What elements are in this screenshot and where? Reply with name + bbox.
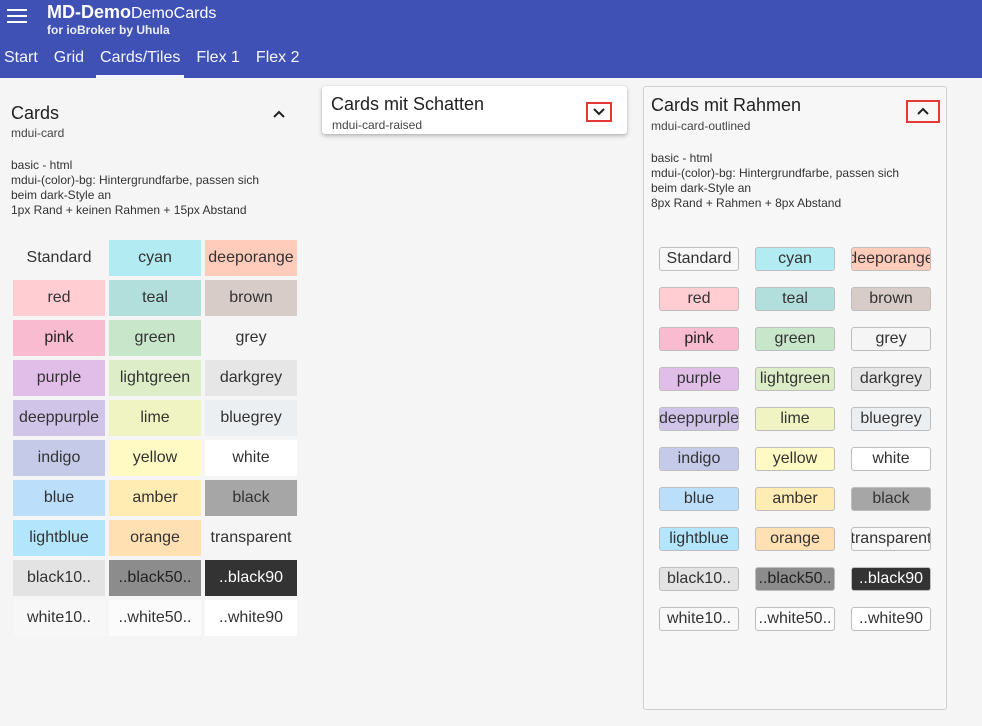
color-tile: yellow [109, 440, 201, 476]
color-tile: black [851, 487, 931, 511]
color-tile: white [851, 447, 931, 471]
color-tile: white [205, 440, 297, 476]
card-title: Cards mit Rahmen [651, 95, 802, 115]
color-tile: lightblue [659, 527, 739, 551]
collapse-toggle-button[interactable] [906, 100, 940, 123]
color-tile: Standard [659, 247, 739, 271]
color-tile: deeppurple [659, 407, 739, 431]
color-tile: darkgrey [205, 360, 297, 396]
color-tile: teal [109, 280, 201, 316]
color-tile: cyan [109, 240, 201, 276]
card-class-label: mdui-card [11, 126, 65, 140]
app-title: MD-DemoDemoCards [47, 2, 216, 23]
app-subtitle: for ioBroker by Uhula [47, 23, 170, 37]
color-tile: teal [755, 287, 835, 311]
collapse-toggle-button[interactable] [266, 105, 292, 125]
color-tile: brown [205, 280, 297, 316]
color-tile: lightblue [13, 520, 105, 556]
color-tile: transparent [851, 527, 931, 551]
description-line: mdui-(color)-bg: Hintergrundfarbe, passe… [11, 173, 260, 187]
color-tile: purple [659, 367, 739, 391]
tab-flex-1[interactable]: Flex 1 [192, 44, 244, 78]
description-line: 1px Rand + keinen Rahmen + 15px Abstand [11, 203, 247, 217]
color-tile: orange [109, 520, 201, 556]
color-tile: orange [755, 527, 835, 551]
color-tile: deeppurple [13, 400, 105, 436]
description-line: beim dark-Style an [11, 188, 112, 202]
color-tile: lime [109, 400, 201, 436]
color-tile: ..black50.. [109, 560, 201, 596]
card-class-label: mdui-card-raised [332, 118, 423, 132]
color-tile: lightgreen [755, 367, 835, 391]
color-tile: ..white90 [851, 607, 931, 631]
color-tile: blue [13, 480, 105, 516]
color-tile: ..white50.. [755, 607, 835, 631]
color-tile: lightgreen [109, 360, 201, 396]
color-tile: cyan [755, 247, 835, 271]
description-line: basic - html [11, 158, 73, 172]
expand-toggle-button[interactable] [586, 102, 612, 122]
color-tile: ..white50.. [109, 600, 201, 636]
card-title: Cards mit Schatten [331, 94, 485, 114]
color-tile: yellow [755, 447, 835, 471]
card-raised: Cards mit Schatten mdui-card-raised [322, 86, 627, 134]
hamburger-menu-icon[interactable] [7, 9, 27, 25]
color-tile-grid: Standard cyan deeporange red teal brown pink gr… [13, 240, 297, 636]
chevron-up-icon [917, 107, 929, 115]
app-title-sub: DemoCards [131, 5, 217, 22]
color-tile-grid: Standard cyan deeporange red teal brown pink gr… [659, 247, 931, 631]
card-title: Cards [11, 103, 60, 123]
tab-cards-tiles[interactable]: Cards/Tiles [96, 44, 185, 78]
color-tile: pink [659, 327, 739, 351]
color-tile: deeporange [851, 247, 931, 271]
tab-flex-2[interactable]: Flex 2 [252, 44, 304, 78]
description-line: basic - html [651, 151, 713, 165]
description-line: beim dark-Style an [651, 181, 752, 195]
color-tile: red [659, 287, 739, 311]
tab-bar: Start Grid Cards/Tiles Flex 1 Flex 2 [0, 44, 308, 78]
card-description: basic - html mdui-(color)-bg: Hintergrun… [11, 158, 259, 218]
color-tile: pink [13, 320, 105, 356]
color-tile: ..black90 [851, 567, 931, 591]
app-title-main: MD-Demo [47, 2, 131, 22]
color-tile: green [755, 327, 835, 351]
card-description: basic - html mdui-(color)-bg: Hintergrun… [651, 151, 899, 211]
color-tile: transparent [210, 529, 292, 546]
color-tile: red [13, 280, 105, 316]
color-tile: indigo [13, 440, 105, 476]
color-tile: black10.. [659, 567, 739, 591]
card-outlined: Cards mit Rahmen mdui-card-outlined basi… [643, 86, 947, 710]
color-tile: bluegrey [205, 400, 297, 436]
color-tile: amber [755, 487, 835, 511]
card-basic: Cards mdui-card basic - html mdui-(color… [0, 86, 310, 646]
chevron-up-icon [273, 110, 285, 118]
color-tile: green [109, 320, 201, 356]
description-line: mdui-(color)-bg: Hintergrundfarbe, passe… [651, 166, 900, 180]
app-bar: MD-DemoDemoCards for ioBroker by Uhula S… [0, 0, 982, 78]
color-tile: bluegrey [851, 407, 931, 431]
color-tile: blue [659, 487, 739, 511]
color-tile: amber [109, 480, 201, 516]
card-class-label: mdui-card-outlined [651, 119, 751, 133]
chevron-down-icon [593, 108, 605, 116]
color-tile: ..black50.. [755, 567, 835, 591]
color-tile: darkgrey [851, 367, 931, 391]
tab-start[interactable]: Start [0, 44, 42, 78]
color-tile: black [205, 480, 297, 516]
tab-grid[interactable]: Grid [50, 44, 88, 78]
color-tile: grey [205, 320, 297, 356]
color-tile: lime [755, 407, 835, 431]
color-tile: Standard [26, 249, 92, 266]
color-tile: deeporange [205, 240, 297, 276]
color-tile: white10.. [13, 600, 105, 636]
color-tile: ..white90 [205, 600, 297, 636]
color-tile: grey [851, 327, 931, 351]
color-tile: indigo [659, 447, 739, 471]
color-tile: black10.. [13, 560, 105, 596]
color-tile: purple [13, 360, 105, 396]
color-tile: brown [851, 287, 931, 311]
color-tile: white10.. [659, 607, 739, 631]
description-line: 8px Rand + Rahmen + 8px Abstand [651, 196, 842, 210]
color-tile: ..black90 [205, 560, 297, 596]
